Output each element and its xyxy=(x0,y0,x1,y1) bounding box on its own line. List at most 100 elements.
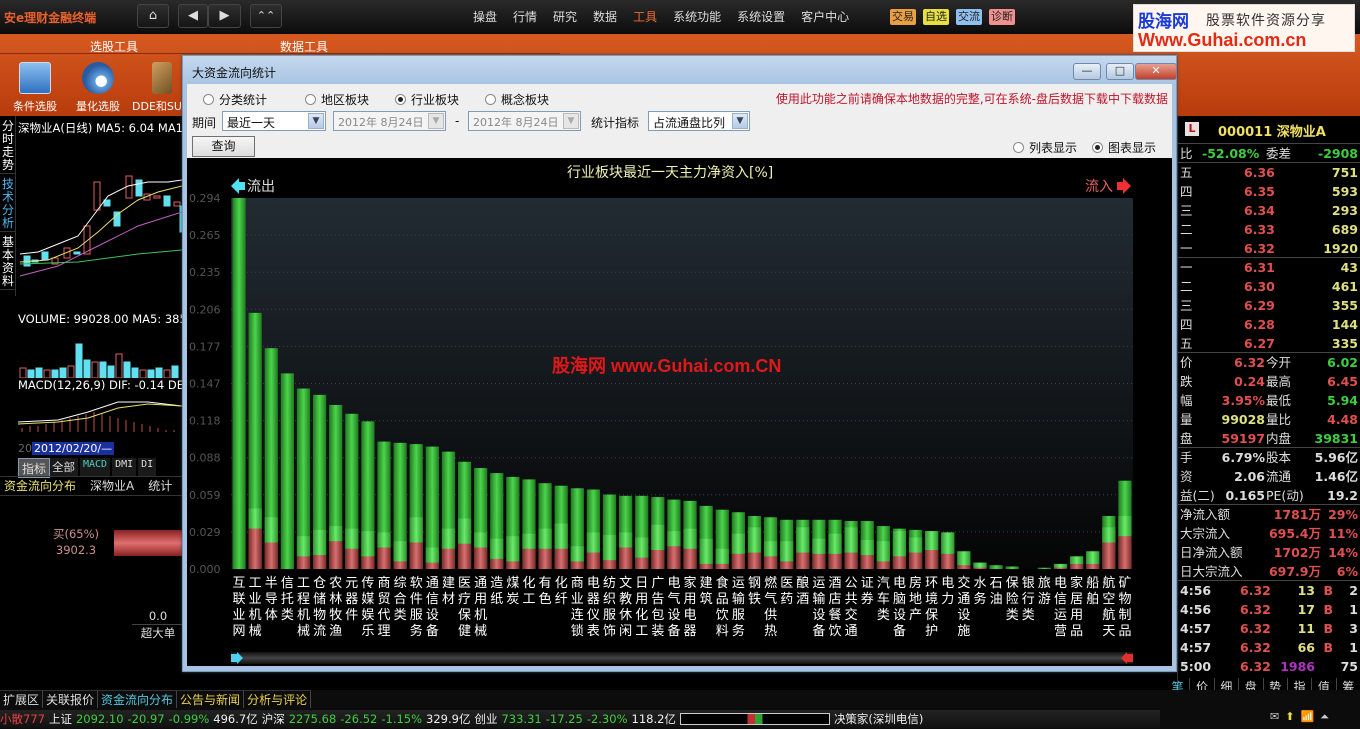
menu-system-settings[interactable]: 系统设置 xyxy=(729,8,793,25)
chart-scrollbar[interactable] xyxy=(231,652,1133,664)
bar-inflow[interactable] xyxy=(747,552,762,569)
back-button[interactable]: ◀ xyxy=(178,4,208,28)
vtab-intraday[interactable]: 分时走势 xyxy=(0,116,16,174)
maximize-button[interactable]: □ xyxy=(1106,63,1134,80)
bar-inflow[interactable] xyxy=(409,542,423,570)
bar-inflow[interactable] xyxy=(457,543,472,569)
watchlist-tag-button[interactable]: 自选 xyxy=(923,9,949,25)
bar-outflow[interactable] xyxy=(232,198,246,569)
bar-inflow[interactable] xyxy=(860,555,874,569)
bar-inflow[interactable] xyxy=(731,553,745,569)
bar-inflow[interactable] xyxy=(941,553,955,569)
tab-fund-flow-distribution[interactable]: 资金流向分布 xyxy=(98,691,178,708)
tab-fund-flow[interactable]: 资金流向分布 xyxy=(4,477,76,495)
bar-inflow[interactable] xyxy=(312,555,327,569)
menu-customer-center[interactable]: 客户中心 xyxy=(793,8,857,25)
close-button[interactable]: ✕ xyxy=(1135,63,1177,80)
upload-icon[interactable]: ⬆ xyxy=(1285,710,1294,724)
bar-inflow[interactable] xyxy=(361,556,375,569)
bar-inflow[interactable] xyxy=(345,548,359,569)
bar-outflow[interactable] xyxy=(989,565,1003,569)
bar-inflow[interactable] xyxy=(973,567,987,569)
macd-chart[interactable] xyxy=(18,392,182,442)
radio-region-sector[interactable]: 地区板块 xyxy=(305,91,369,108)
tab-di[interactable]: DI xyxy=(138,458,157,476)
bar-outflow[interactable] xyxy=(1037,567,1052,569)
bar-inflow[interactable] xyxy=(925,550,939,569)
tab-analysis[interactable]: 分析与评论 xyxy=(244,691,312,708)
dde-tool[interactable]: DDE和SU xyxy=(132,62,182,114)
bar-inflow[interactable] xyxy=(812,553,826,569)
menu-research[interactable]: 研究 xyxy=(545,8,585,25)
menu-quotes[interactable]: 行情 xyxy=(505,8,545,25)
bar-inflow[interactable] xyxy=(892,556,907,569)
bar-inflow[interactable] xyxy=(377,547,391,569)
tab-indicator[interactable]: 指标 xyxy=(18,458,51,478)
bar-inflow[interactable] xyxy=(425,562,439,569)
stock-code-name[interactable]: 000011 深物业A xyxy=(1218,121,1326,140)
trade-tag-button[interactable]: 交易 xyxy=(890,9,916,25)
bar-inflow[interactable] xyxy=(635,557,649,569)
tab-macd[interactable]: MACD xyxy=(80,458,111,476)
bar-inflow[interactable] xyxy=(667,546,681,569)
radio-list-view[interactable]: 列表显示 xyxy=(1013,139,1077,156)
bar-inflow[interactable] xyxy=(844,552,858,569)
bar-inflow[interactable] xyxy=(828,553,842,569)
vtab-fundamentals[interactable]: 基本资料 xyxy=(0,232,16,290)
menu-trading[interactable]: 操盘 xyxy=(465,8,505,25)
forward-button[interactable]: ▶ xyxy=(208,4,241,28)
bar-inflow[interactable] xyxy=(506,561,520,569)
bar-inflow[interactable] xyxy=(393,561,407,569)
tab-extension[interactable]: 扩展区 xyxy=(0,691,44,708)
bar-inflow[interactable] xyxy=(1118,536,1132,569)
bar-outflow[interactable] xyxy=(280,373,294,569)
tab-related-quotes[interactable]: 关联报价 xyxy=(43,691,99,708)
tab-stock-selection-tools[interactable]: 选股工具 xyxy=(90,38,138,55)
radio-category-stats[interactable]: 分类统计 xyxy=(203,91,267,108)
home-button[interactable]: ⌂ xyxy=(137,4,169,28)
bar-inflow[interactable] xyxy=(651,550,665,569)
tab-news[interactable]: 公告与新闻 xyxy=(177,691,245,708)
bar-inflow[interactable] xyxy=(1086,563,1100,569)
condition-screen-tool[interactable]: 条件选股 xyxy=(5,62,65,114)
bar-inflow[interactable] xyxy=(619,547,633,569)
minimize-button[interactable]: — xyxy=(1073,63,1101,80)
dialog-titlebar[interactable]: 大资金流向统计 — □ ✕ xyxy=(183,56,1177,84)
query-button[interactable]: 查询 xyxy=(192,136,255,157)
period-select[interactable]: 最近一天 ▼ xyxy=(222,111,326,131)
tab-all[interactable]: 全部 xyxy=(49,458,78,476)
tab-dmi[interactable]: DMI xyxy=(112,458,137,476)
bar-inflow[interactable] xyxy=(329,541,343,569)
bar-inflow[interactable] xyxy=(683,548,697,569)
tab-stats[interactable]: 统计 xyxy=(148,477,172,495)
bar-inflow[interactable] xyxy=(876,561,890,569)
bar-inflow[interactable] xyxy=(522,548,536,569)
menu-system-functions[interactable]: 系统功能 xyxy=(665,8,729,25)
community-tag-button[interactable]: 交流 xyxy=(956,9,982,25)
vtab-technical[interactable]: 技术分析 xyxy=(0,174,16,232)
bar-inflow[interactable] xyxy=(780,561,794,569)
tab-stock-name[interactable]: 深物业A xyxy=(90,477,134,495)
bar-inflow[interactable] xyxy=(490,558,504,569)
bar-inflow[interactable] xyxy=(1070,563,1084,569)
bar-inflow[interactable] xyxy=(796,552,810,569)
mail-icon[interactable]: ✉ xyxy=(1270,710,1279,724)
bar-inflow[interactable] xyxy=(538,548,552,569)
bar-inflow[interactable] xyxy=(570,561,584,569)
radio-concept-sector[interactable]: 概念板块 xyxy=(485,91,549,108)
bar-inflow[interactable] xyxy=(957,565,971,569)
kline-chart[interactable] xyxy=(18,136,182,316)
collapse-icon[interactable]: ⏶ xyxy=(1320,710,1329,724)
menu-data[interactable]: 数据 xyxy=(585,8,625,25)
metric-select[interactable]: 占流通盘比列 ▼ xyxy=(648,111,750,131)
volume-chart[interactable] xyxy=(18,328,182,378)
bar-inflow[interactable] xyxy=(715,563,729,569)
quant-screen-tool[interactable]: 量化选股 xyxy=(68,62,128,114)
bar-inflow[interactable] xyxy=(602,560,617,569)
bar-inflow[interactable] xyxy=(1053,567,1068,569)
bar-inflow[interactable] xyxy=(474,547,488,569)
bar-inflow[interactable] xyxy=(586,552,601,569)
bar-inflow[interactable] xyxy=(908,552,923,569)
collapse-button[interactable]: ⌃⌃ xyxy=(250,4,282,28)
radio-chart-view[interactable]: 图表显示 xyxy=(1092,139,1156,156)
